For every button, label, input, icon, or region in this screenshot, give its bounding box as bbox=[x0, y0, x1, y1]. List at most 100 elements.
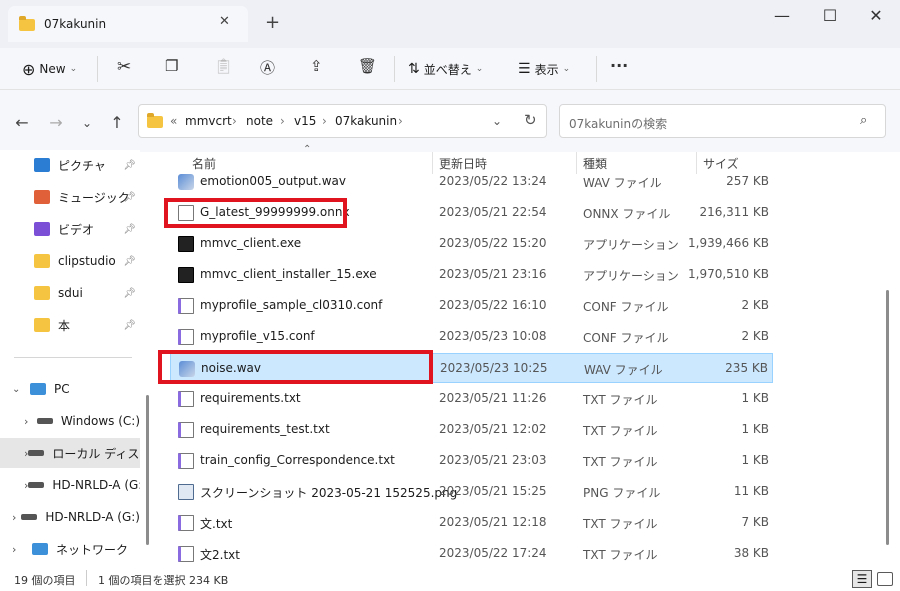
file-date: 2023/05/22 15:20 bbox=[439, 236, 547, 250]
cut-icon[interactable]: ✂ bbox=[117, 57, 131, 77]
nav-item-quick-access[interactable]: sdui 📌︎ bbox=[0, 278, 140, 308]
file-type: CONF ファイル bbox=[583, 300, 669, 314]
file-row[interactable]: emotion005_output.wav 2023/05/22 13:24 WAV… bbox=[170, 167, 773, 197]
file-date: 2023/05/21 15:25 bbox=[439, 484, 547, 498]
breadcrumb-overflow[interactable]: « bbox=[170, 114, 177, 128]
folder-icon bbox=[19, 16, 35, 31]
breadcrumb-separator: › bbox=[232, 114, 237, 128]
nav-item-quick-access[interactable]: ビデオ 📌︎ bbox=[0, 214, 140, 244]
file-size: 7 KB bbox=[741, 515, 769, 529]
nav-item-pc[interactable]: ⌄ PC bbox=[0, 374, 140, 404]
chevron-down-icon: ⌄ bbox=[562, 64, 571, 74]
copy-icon[interactable]: ❐ bbox=[165, 57, 178, 75]
file-size: 1,939,466 KB bbox=[688, 236, 769, 250]
file-date: 2023/05/21 12:02 bbox=[439, 422, 547, 436]
search-icon: ⌕ bbox=[860, 113, 868, 128]
refresh-icon[interactable]: ↻ bbox=[524, 111, 537, 129]
file-row[interactable]: requirements_test.txt 2023/05/21 12:02 TXT… bbox=[170, 415, 773, 445]
highlight-box bbox=[158, 350, 433, 384]
network-icon bbox=[32, 543, 48, 555]
file-row[interactable]: train_config_Correspondence.txt 2023/05/2… bbox=[170, 446, 773, 476]
file-date: 2023/05/23 10:25 bbox=[440, 361, 548, 375]
nav-item-quick-access[interactable]: ミュージック 📌︎ bbox=[0, 182, 140, 212]
file-list-scrollbar[interactable] bbox=[886, 290, 889, 545]
file-type: アプリケーション bbox=[583, 238, 679, 252]
forward-arrow-icon[interactable]: → bbox=[45, 113, 67, 133]
sort-icon: ⇅ bbox=[408, 61, 420, 77]
close-window-button[interactable]: ✕ bbox=[856, 6, 896, 25]
new-tab-button[interactable]: + bbox=[265, 12, 280, 33]
recent-chevron-icon[interactable]: ⌄ bbox=[76, 113, 98, 133]
details-view-icon[interactable]: ☰ bbox=[852, 570, 872, 588]
file-row[interactable]: 文.txt 2023/05/21 12:18 TXT ファイル 7 KB bbox=[170, 508, 773, 538]
new-button[interactable]: ⊕ New ⌄ bbox=[22, 58, 77, 80]
file-type: アプリケーション bbox=[583, 269, 679, 283]
file-type: WAV ファイル bbox=[583, 176, 662, 190]
pin-icon: 📌︎ bbox=[123, 255, 136, 267]
nav-label: Windows (C:) bbox=[60, 414, 140, 428]
file-date: 2023/05/21 12:18 bbox=[439, 515, 547, 529]
search-input[interactable]: 07kakuninの検索 bbox=[569, 115, 667, 132]
file-row[interactable]: myprofile_v15.conf 2023/05/23 10:08 CONF フ… bbox=[170, 322, 773, 352]
breadcrumb-v15[interactable]: v15 bbox=[294, 114, 316, 128]
file-date: 2023/05/22 17:24 bbox=[439, 546, 547, 560]
file-row[interactable]: mmvc_client_installer_15.exe 2023/05/21 2… bbox=[170, 260, 773, 290]
rename-icon[interactable]: Ⓐ bbox=[260, 57, 275, 78]
nav-scrollbar[interactable] bbox=[146, 395, 149, 545]
file-row[interactable]: myprofile_sample_cl0310.conf 2023/05/22 1… bbox=[170, 291, 773, 321]
nav-item-drive[interactable]: › Windows (C:) bbox=[0, 406, 140, 436]
more-options-button[interactable]: ··· bbox=[610, 56, 628, 75]
breadcrumb-note[interactable]: note bbox=[246, 114, 273, 128]
file-name: requirements_test.txt bbox=[200, 422, 330, 436]
minimize-button[interactable]: — bbox=[762, 6, 802, 25]
pin-icon: 📌︎ bbox=[123, 287, 136, 299]
back-arrow-icon[interactable]: ← bbox=[11, 113, 33, 133]
nav-item-quick-access[interactable]: 本 📌︎ bbox=[0, 310, 140, 340]
file-row[interactable]: mmvc_client.exe 2023/05/22 15:20 アプリケーション 1… bbox=[170, 229, 773, 259]
nav-item-drive[interactable]: › HD-NRLD-A (G: bbox=[0, 470, 140, 500]
nav-label: 本 bbox=[58, 318, 71, 333]
breadcrumb-07kakunin[interactable]: 07kakunin bbox=[335, 114, 397, 128]
paste-icon[interactable]: 📋︎ bbox=[214, 57, 233, 75]
file-date: 2023/05/21 11:26 bbox=[439, 391, 547, 405]
share-icon[interactable]: ⇪ bbox=[310, 57, 323, 75]
up-arrow-icon[interactable]: ↑ bbox=[106, 113, 128, 133]
folder-icon bbox=[34, 286, 50, 300]
nav-item-drive[interactable]: ›ローカル ディスク bbox=[0, 438, 140, 468]
file-name: train_config_Correspondence.txt bbox=[200, 453, 395, 467]
file-size: 2 KB bbox=[741, 298, 769, 312]
breadcrumb-separator: › bbox=[398, 114, 403, 128]
nav-label: ビデオ bbox=[58, 222, 95, 237]
file-row[interactable]: 文2.txt 2023/05/22 17:24 TXT ファイル 38 KB bbox=[170, 539, 773, 569]
close-tab-button[interactable]: ✕ bbox=[219, 14, 230, 29]
text-file-icon bbox=[178, 453, 194, 469]
sort-button[interactable]: ⇅ 並べ替え ⌄ bbox=[408, 58, 483, 80]
nav-divider bbox=[14, 357, 132, 358]
file-type: TXT ファイル bbox=[583, 548, 658, 562]
nav-item-quick-access[interactable]: ピクチャ 📌︎ bbox=[0, 150, 140, 180]
large-icons-view-icon[interactable] bbox=[877, 572, 893, 586]
text-file-icon bbox=[178, 329, 194, 345]
view-button[interactable]: ☰ 表示 ⌄ bbox=[518, 58, 570, 80]
file-name: 文2.txt bbox=[200, 548, 240, 562]
nav-label: HD-NRLD-A (G:) bbox=[45, 510, 140, 524]
maximize-button[interactable]: ☐ bbox=[810, 6, 850, 25]
file-size: 1 KB bbox=[741, 453, 769, 467]
folder-icon bbox=[34, 254, 50, 268]
file-date: 2023/05/21 23:16 bbox=[439, 267, 547, 281]
text-file-icon bbox=[178, 546, 194, 562]
file-row[interactable]: requirements.txt 2023/05/21 11:26 TXT ファイル… bbox=[170, 384, 773, 414]
nav-item-drive[interactable]: › HD-NRLD-A (G:) bbox=[0, 502, 140, 532]
file-row[interactable]: スクリーンショット 2023-05-21 152525.png 2023/05/2… bbox=[170, 477, 773, 507]
nav-item-quick-access[interactable]: clipstudio 📌︎ bbox=[0, 246, 140, 276]
audio-file-icon bbox=[178, 174, 194, 190]
nav-item-drive[interactable]: › ネットワーク bbox=[0, 534, 140, 564]
breadcrumb-mmvcrt[interactable]: mmvcrt bbox=[185, 114, 232, 128]
view-icon: ☰ bbox=[518, 61, 531, 77]
delete-icon[interactable]: 🗑︎ bbox=[358, 57, 377, 75]
tab-title: 07kakunin bbox=[44, 17, 107, 31]
pin-icon: 📌︎ bbox=[123, 159, 136, 171]
file-date: 2023/05/23 10:08 bbox=[439, 329, 547, 343]
address-history-chevron-icon[interactable]: ⌄ bbox=[492, 114, 502, 128]
pc-icon bbox=[30, 383, 46, 395]
